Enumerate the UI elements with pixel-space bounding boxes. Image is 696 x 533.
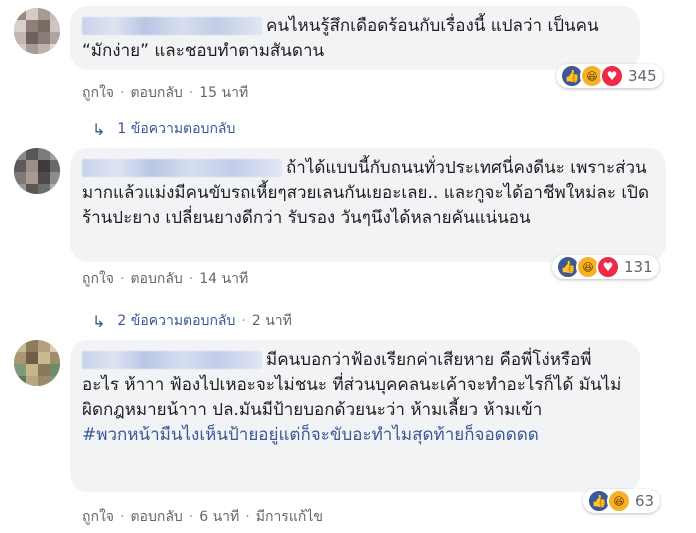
like-link[interactable]: ถูกใจ: [82, 271, 114, 287]
reply-link[interactable]: ตอบกลับ: [130, 509, 182, 525]
view-replies[interactable]: ↳ 1 ข้อความตอบกลับ: [92, 118, 235, 140]
reply-link[interactable]: ตอบกลับ: [130, 271, 182, 287]
view-replies[interactable]: ↳ 2 ข้อความตอบกลับ · 2 นาที: [92, 310, 292, 332]
timestamp[interactable]: 15 นาที: [199, 85, 248, 101]
reactions-summary[interactable]: 👍 😆 ♥ 345: [556, 64, 663, 88]
comment-bubble: ถ้าได้แบบนี้กับถนนทั่วประเทศนี่คงดีนะ เพ…: [70, 148, 666, 262]
replies-count-link[interactable]: 1 ข้อความตอบกลับ: [117, 118, 235, 140]
replies-time: 2 นาที: [251, 313, 292, 329]
like-link[interactable]: ถูกใจ: [82, 85, 114, 101]
author-name-blurred[interactable]: [82, 159, 282, 177]
reply-arrow-icon: ↳: [92, 119, 106, 139]
hashtag-link[interactable]: #พวกหน้ามืนไงเห็นป้ายอยู่แต่ก็จะขับอะทำไ…: [82, 425, 539, 445]
reaction-count: 345: [628, 67, 657, 85]
avatar[interactable]: [14, 8, 60, 54]
comment-text: มีคนบอกว่าฟ้องเรียกค่าเสียหาย คือพี่โง่ห…: [82, 350, 622, 445]
comment-text: ถ้าได้แบบนี้กับถนนทั่วประเทศนี่คงดีนะ เพ…: [82, 158, 650, 228]
edited-label[interactable]: มีการแก้ไข: [256, 509, 323, 525]
comment-text: คนไหนรู้สึกเดือดร้อนกับเรื่องนี้ แปลว่า …: [82, 16, 605, 61]
reactions-summary[interactable]: 👍 😆 ♥ 131: [552, 255, 659, 279]
comment-actions: ถูกใจ · ตอบกลับ · 6 นาที · มีการแก้ไข: [82, 509, 323, 525]
reply-link[interactable]: ตอบกลับ: [130, 85, 182, 101]
comment-actions: ถูกใจ · ตอบกลับ · 14 นาที: [82, 271, 249, 287]
love-icon: ♥: [600, 64, 624, 88]
comment-bubble: มีคนบอกว่าฟ้องเรียกค่าเสียหาย คือพี่โง่ห…: [70, 340, 640, 492]
love-icon: ♥: [596, 255, 620, 279]
avatar[interactable]: [14, 340, 60, 386]
comment-actions: ถูกใจ · ตอบกลับ · 15 นาที: [82, 85, 249, 101]
timestamp[interactable]: 6 นาที: [199, 509, 239, 525]
like-link[interactable]: ถูกใจ: [82, 509, 114, 525]
reply-arrow-icon: ↳: [92, 311, 106, 331]
reactions-summary[interactable]: 👍 😆 63: [583, 489, 661, 513]
author-name-blurred[interactable]: [82, 17, 262, 35]
reaction-count: 131: [624, 258, 653, 276]
haha-icon: 😆: [607, 489, 631, 513]
timestamp[interactable]: 14 นาที: [199, 271, 248, 287]
author-name-blurred[interactable]: [82, 351, 262, 369]
reaction-count: 63: [635, 492, 655, 510]
avatar[interactable]: [14, 148, 60, 194]
comment-bubble: คนไหนรู้สึกเดือดร้อนกับเรื่องนี้ แปลว่า …: [70, 6, 640, 70]
replies-count-link[interactable]: 2 ข้อความตอบกลับ: [117, 310, 235, 332]
